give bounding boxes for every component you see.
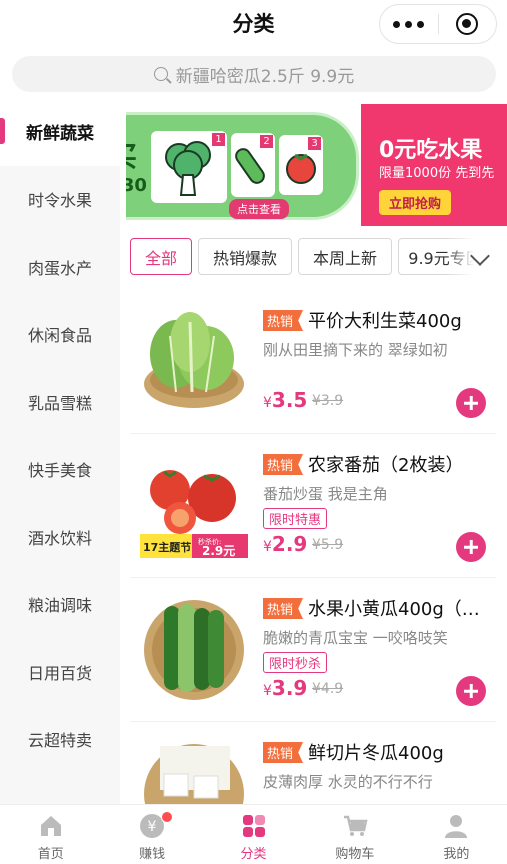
hot-badge: 热销: [263, 454, 304, 475]
product-price: ¥3.9: [263, 676, 308, 700]
product-name: 水果小黄瓜400g（…: [308, 599, 480, 620]
free-fruit-subtitle: 限量1000份 先到先: [379, 166, 495, 181]
original-price: ¥4.9: [312, 681, 344, 697]
add-to-cart-button[interactable]: [456, 676, 486, 706]
sidebar-item-quick-meals[interactable]: 快手美食: [0, 436, 120, 504]
more-menu-icon[interactable]: [380, 20, 438, 28]
tab-earn[interactable]: ¥ 赚钱: [101, 805, 202, 864]
product-name: 农家番茄（2枚装）: [308, 455, 464, 476]
broccoli-card: 1: [151, 131, 227, 203]
product-item[interactable]: 热销 水果小黄瓜400g（… 脆嫩的青瓜宝宝 一咬咯吱笑 限时秒杀 ¥3.9 ¥…: [130, 578, 496, 722]
promo-banners: 买 p30 1 2 3 点击查看 0元吃水果 限量: [126, 104, 507, 226]
sidebar-item-daily-goods[interactable]: 日用百货: [0, 638, 120, 706]
product-name: 平价大利生菜400g: [308, 311, 462, 332]
product-price: ¥2.9: [263, 532, 308, 556]
tab-category[interactable]: 分类: [203, 805, 304, 864]
sidebar-item-snacks[interactable]: 休闲食品: [0, 301, 120, 369]
card-number: 2: [260, 135, 273, 148]
tab-label: 首页: [37, 847, 64, 862]
search-icon: [153, 67, 168, 81]
tab-home[interactable]: 首页: [0, 805, 101, 864]
add-to-cart-button[interactable]: [456, 532, 486, 562]
bottom-tabbar: 首页 ¥ 赚钱 分类 购物车 我的: [0, 804, 507, 864]
svg-text:¥: ¥: [148, 819, 157, 835]
chip-all[interactable]: 全部: [130, 238, 192, 275]
limited-tag: 限时秒杀: [263, 652, 328, 673]
sidebar-item-flash-sale[interactable]: 云超特卖: [0, 706, 120, 774]
product-name: 鲜切片冬瓜400g: [308, 743, 444, 764]
mini-program-capsule: [379, 4, 497, 44]
lettuce-image: [140, 302, 248, 414]
tab-label: 我的: [443, 847, 470, 862]
sidebar-item-vegetables[interactable]: 新鲜蔬菜: [0, 98, 120, 166]
chip-new-this-week[interactable]: 本周上新: [298, 238, 392, 275]
profile-icon: [445, 815, 468, 838]
tomato-card: 3: [279, 135, 323, 195]
search-bar[interactable]: 新疆哈密瓜2.5斤 9.9元: [12, 56, 496, 92]
product-desc: 脆嫩的青瓜宝宝 一咬咯吱笑: [263, 629, 448, 647]
hot-badge: 热销: [263, 310, 304, 331]
product-item[interactable]: 热销 平价大利生菜400g 刚从田里摘下来的 翠绿如初 ¥3.5 ¥3.9: [130, 290, 496, 434]
search-placeholder: 新疆哈密瓜2.5斤 9.9元: [175, 66, 355, 87]
product-desc: 番茄炒蛋 我是主角: [263, 485, 388, 503]
product-desc: 刚从田里摘下来的 翠绿如初: [263, 341, 448, 359]
nav-header: 分类: [0, 0, 507, 48]
grab-now-button[interactable]: 立即抢购: [379, 190, 452, 215]
tab-label: 赚钱: [139, 847, 166, 862]
sidebar-item-dairy-icecream[interactable]: 乳品雪糕: [0, 368, 120, 436]
free-fruit-title: 0元吃水果: [379, 138, 483, 163]
tab-label: 购物车: [335, 847, 375, 862]
close-mini-program-icon[interactable]: [438, 13, 496, 35]
product-price: ¥3.5: [263, 388, 308, 412]
sidebar-item-meat-eggs-seafood[interactable]: 肉蛋水产: [0, 233, 120, 301]
hot-badge: 热销: [263, 742, 304, 763]
sidebar-item-grain-oil[interactable]: 粮油调味: [0, 571, 120, 639]
filter-chips: 全部 热销爆款 本周上新 9.9元专区: [130, 238, 507, 276]
original-price: ¥5.9: [312, 537, 344, 553]
product-desc: 皮薄肉厚 水灵的不行不行: [263, 773, 433, 791]
svg-text:17主题节: 17主题节: [143, 540, 191, 554]
view-button[interactable]: 点击查看: [229, 199, 289, 219]
cucumber-card: 2: [231, 133, 275, 197]
product-item[interactable]: 热销 鲜切片冬瓜400g 皮薄肉厚 水灵的不行不行: [130, 722, 496, 804]
sidebar-item-drinks[interactable]: 酒水饮料: [0, 503, 120, 571]
banner-small-text: p30: [126, 175, 147, 196]
free-fruit-banner[interactable]: 0元吃水果 限量1000份 先到先 立即抢购: [361, 104, 507, 226]
notification-dot: [161, 811, 174, 823]
winter-melon-image: [140, 734, 248, 804]
category-icon: [242, 815, 265, 837]
original-price: ¥3.9: [312, 393, 344, 409]
hot-badge: 热销: [263, 598, 304, 619]
cart-icon: [343, 815, 368, 836]
tomato-image: 17主题节 秒杀价: 2.9元: [140, 446, 248, 558]
cucumber-image: [140, 590, 248, 702]
tab-cart[interactable]: 购物车: [304, 805, 405, 864]
card-number: 1: [212, 133, 225, 146]
add-to-cart-button[interactable]: [456, 388, 486, 418]
product-item[interactable]: 17主题节 秒杀价: 2.9元 热销 农家番茄（2枚装） 番茄炒蛋 我是主角 限…: [130, 434, 496, 578]
svg-text:2.9元: 2.9元: [202, 544, 235, 558]
chip-hot-sellers[interactable]: 热销爆款: [198, 238, 292, 275]
limited-tag: 限时特惠: [263, 508, 328, 529]
tab-label: 分类: [240, 847, 267, 862]
vegetable-promo-banner[interactable]: 买 p30 1 2 3 点击查看: [126, 112, 359, 220]
yuan-coin-icon: ¥: [139, 811, 174, 839]
card-number: 3: [308, 137, 321, 150]
home-icon: [40, 816, 61, 836]
tab-profile[interactable]: 我的: [406, 805, 507, 864]
sidebar-item-fruits[interactable]: 时令水果: [0, 166, 120, 234]
banner-big-text: 买: [126, 135, 137, 175]
category-sidebar: 新鲜蔬菜 时令水果 肉蛋水产 休闲食品 乳品雪糕 快手美食 酒水饮料 粮油调味 …: [0, 98, 120, 804]
